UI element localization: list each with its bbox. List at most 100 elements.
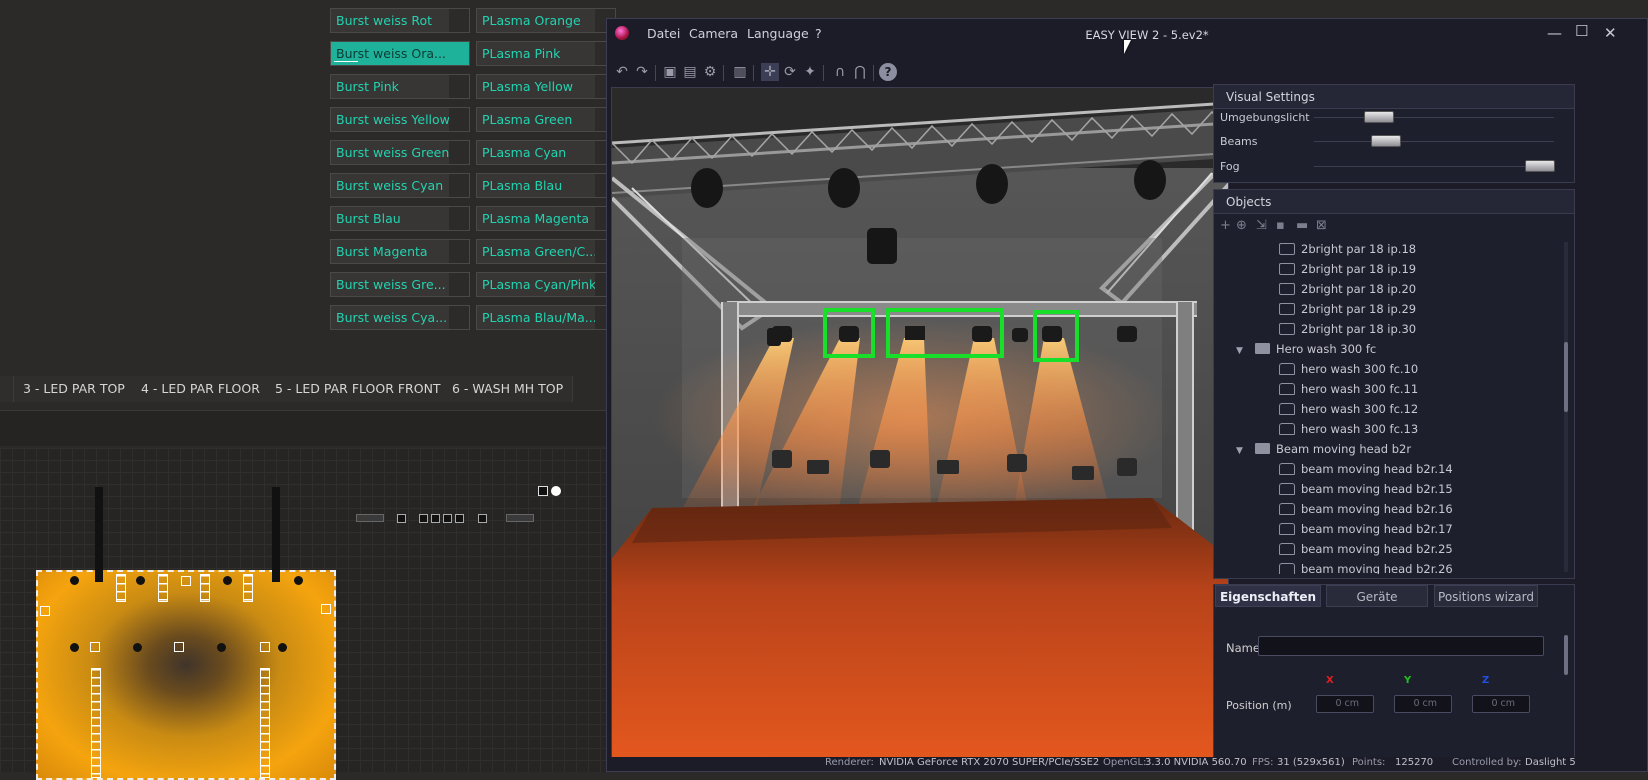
scene-button[interactable]: PLasma Orange — [476, 8, 616, 33]
help-icon[interactable]: ? — [879, 63, 897, 81]
tree-item[interactable]: beam moving head b2r.14 — [1279, 462, 1453, 476]
add-fixture-icon[interactable]: ⊕ — [1236, 218, 1247, 233]
slider-track[interactable] — [1314, 141, 1554, 142]
expand-triangle-icon[interactable]: ▼ — [1236, 446, 1246, 456]
tree-item[interactable]: 2bright par 18 ip.30 — [1279, 322, 1416, 336]
tree-item[interactable]: beam moving head b2r.17 — [1279, 522, 1453, 536]
tab-led-par-floor-front[interactable]: 5 - LED PAR FLOOR FRONT — [266, 376, 451, 402]
fixture-dot[interactable] — [217, 643, 226, 652]
tree-item[interactable]: beam moving head b2r.15 — [1279, 482, 1453, 496]
position-z-input[interactable]: 0 cm — [1472, 695, 1530, 713]
scrollbar-thumb[interactable] — [1564, 342, 1568, 412]
arch-outline-icon[interactable]: ⋂ — [851, 63, 869, 81]
fixture-bar[interactable] — [158, 574, 168, 602]
ambient-slider-thumb[interactable] — [1363, 111, 1394, 123]
move-icon[interactable]: ✛ — [761, 63, 779, 81]
fixture-dot[interactable] — [136, 576, 145, 585]
scene-button[interactable]: Burst weiss Green — [330, 140, 470, 165]
scene-button[interactable]: Burst weiss Yellow — [330, 107, 470, 132]
tree-item[interactable]: 2bright par 18 ip.19 — [1279, 262, 1416, 276]
scene-button[interactable]: Burst Magenta — [330, 239, 470, 264]
tree-item[interactable]: hero wash 300 fc.10 — [1279, 362, 1418, 376]
tree-item[interactable]: 2bright par 18 ip.29 — [1279, 302, 1416, 316]
tab-led-par-top[interactable]: 3 - LED PAR TOP — [14, 376, 135, 402]
tab-partial[interactable] — [0, 376, 14, 402]
name-field[interactable] — [1258, 636, 1544, 656]
tree-scrollbar[interactable] — [1564, 242, 1568, 572]
scene-button[interactable]: PLasma Cyan — [476, 140, 616, 165]
scene-button[interactable]: Burst weiss Gre... — [330, 272, 470, 297]
delete-icon[interactable]: ⊠ — [1316, 218, 1327, 233]
fixture-bar[interactable] — [200, 574, 210, 602]
fixture-dot[interactable] — [278, 643, 287, 652]
tree-item[interactable]: hero wash 300 fc.13 — [1279, 422, 1418, 436]
folder-icon[interactable]: ▬ — [1296, 218, 1308, 233]
scene-button[interactable]: PLasma Pink — [476, 41, 616, 66]
fixture-square[interactable] — [260, 642, 270, 652]
tree-item[interactable]: hero wash 300 fc.12 — [1279, 402, 1418, 416]
properties-scrollbar[interactable] — [1564, 635, 1568, 675]
tab-positions-wizard[interactable]: Positions wizard — [1434, 585, 1538, 607]
new-group-icon[interactable]: ▪ — [1276, 218, 1285, 233]
fixture-bar[interactable] — [243, 574, 253, 602]
scene-button[interactable]: Burst weiss Ora... — [330, 41, 470, 66]
tree-item[interactable]: hero wash 300 fc.11 — [1279, 382, 1418, 396]
slider-track[interactable] — [1314, 117, 1554, 118]
fixture-bar[interactable] — [260, 668, 270, 778]
tab-geraete[interactable]: Geräte — [1326, 585, 1428, 607]
fixture-bar[interactable] — [91, 668, 101, 778]
fixture-square[interactable] — [40, 606, 50, 616]
position-y-input[interactable]: 0 cm — [1394, 695, 1452, 713]
fog-slider-thumb[interactable] — [1524, 160, 1555, 172]
scene-button[interactable]: PLasma Blau/Ma... — [476, 305, 616, 330]
import-icon[interactable]: ⇲ — [1256, 218, 1267, 233]
undo-icon[interactable]: ↶ — [613, 63, 631, 81]
close-button[interactable]: ✕ — [1604, 24, 1617, 42]
tree-folder[interactable]: ▼ Hero wash 300 fc — [1236, 342, 1376, 356]
tab-led-par-floor[interactable]: 4 - LED PAR FLOOR — [132, 376, 270, 402]
scene-button[interactable]: Burst weiss Rot — [330, 8, 470, 33]
chart-icon[interactable]: ▥ — [731, 63, 749, 81]
fixture-bar[interactable] — [116, 574, 126, 602]
maximize-button[interactable]: ☐ — [1575, 22, 1588, 40]
tree-item[interactable]: beam moving head b2r.16 — [1279, 502, 1453, 516]
fixture-dot[interactable] — [133, 643, 142, 652]
beams-slider-thumb[interactable] — [1371, 135, 1401, 147]
fixture-dot[interactable] — [70, 576, 79, 585]
mini-node[interactable] — [538, 486, 548, 496]
layout-icon[interactable]: ▣ — [661, 63, 679, 81]
position-x-input[interactable]: 0 cm — [1316, 695, 1374, 713]
3d-viewport[interactable] — [611, 87, 1229, 763]
fixture-dot[interactable] — [70, 643, 79, 652]
stage-plan[interactable] — [36, 487, 336, 780]
scene-button[interactable]: Burst Pink — [330, 74, 470, 99]
redo-icon[interactable]: ↷ — [633, 63, 651, 81]
fixture-dot[interactable] — [294, 576, 303, 585]
scene-button[interactable]: PLasma Magenta — [476, 206, 616, 231]
rotate-icon[interactable]: ⟳ — [781, 63, 799, 81]
scene-button[interactable]: PLasma Blau — [476, 173, 616, 198]
tree-item[interactable]: beam moving head b2r.26 — [1279, 562, 1453, 574]
arch-icon[interactable]: ∩ — [831, 63, 849, 81]
scene-button[interactable]: PLasma Yellow — [476, 74, 616, 99]
fixture-square[interactable] — [181, 576, 191, 586]
scene-button[interactable]: Burst weiss Cyan — [330, 173, 470, 198]
tree-item[interactable]: beam moving head b2r.25 — [1279, 542, 1453, 556]
add-icon[interactable]: + — [1220, 218, 1231, 233]
fixture-square[interactable] — [90, 642, 100, 652]
scene-button[interactable]: PLasma Cyan/Pink — [476, 272, 616, 297]
mini-node-white[interactable] — [551, 486, 561, 496]
scene-button[interactable]: Burst weiss Cya... — [330, 305, 470, 330]
save-layout-icon[interactable]: ▤ — [681, 63, 699, 81]
scene-button[interactable]: PLasma Green/C... — [476, 239, 616, 264]
scene-button[interactable]: PLasma Green — [476, 107, 616, 132]
settings-icon[interactable]: ⚙ — [701, 63, 719, 81]
slider-track[interactable] — [1314, 166, 1554, 167]
fixture-square[interactable] — [321, 604, 331, 614]
fixture-square[interactable] — [174, 642, 184, 652]
tab-wash-mh-top[interactable]: 6 - WASH MH TOP — [443, 376, 574, 402]
tab-eigenschaften[interactable]: Eigenschaften — [1215, 585, 1321, 607]
fixture-dot[interactable] — [223, 576, 232, 585]
pin-icon[interactable]: ✦ — [801, 63, 819, 81]
minimize-button[interactable]: — — [1547, 24, 1562, 42]
